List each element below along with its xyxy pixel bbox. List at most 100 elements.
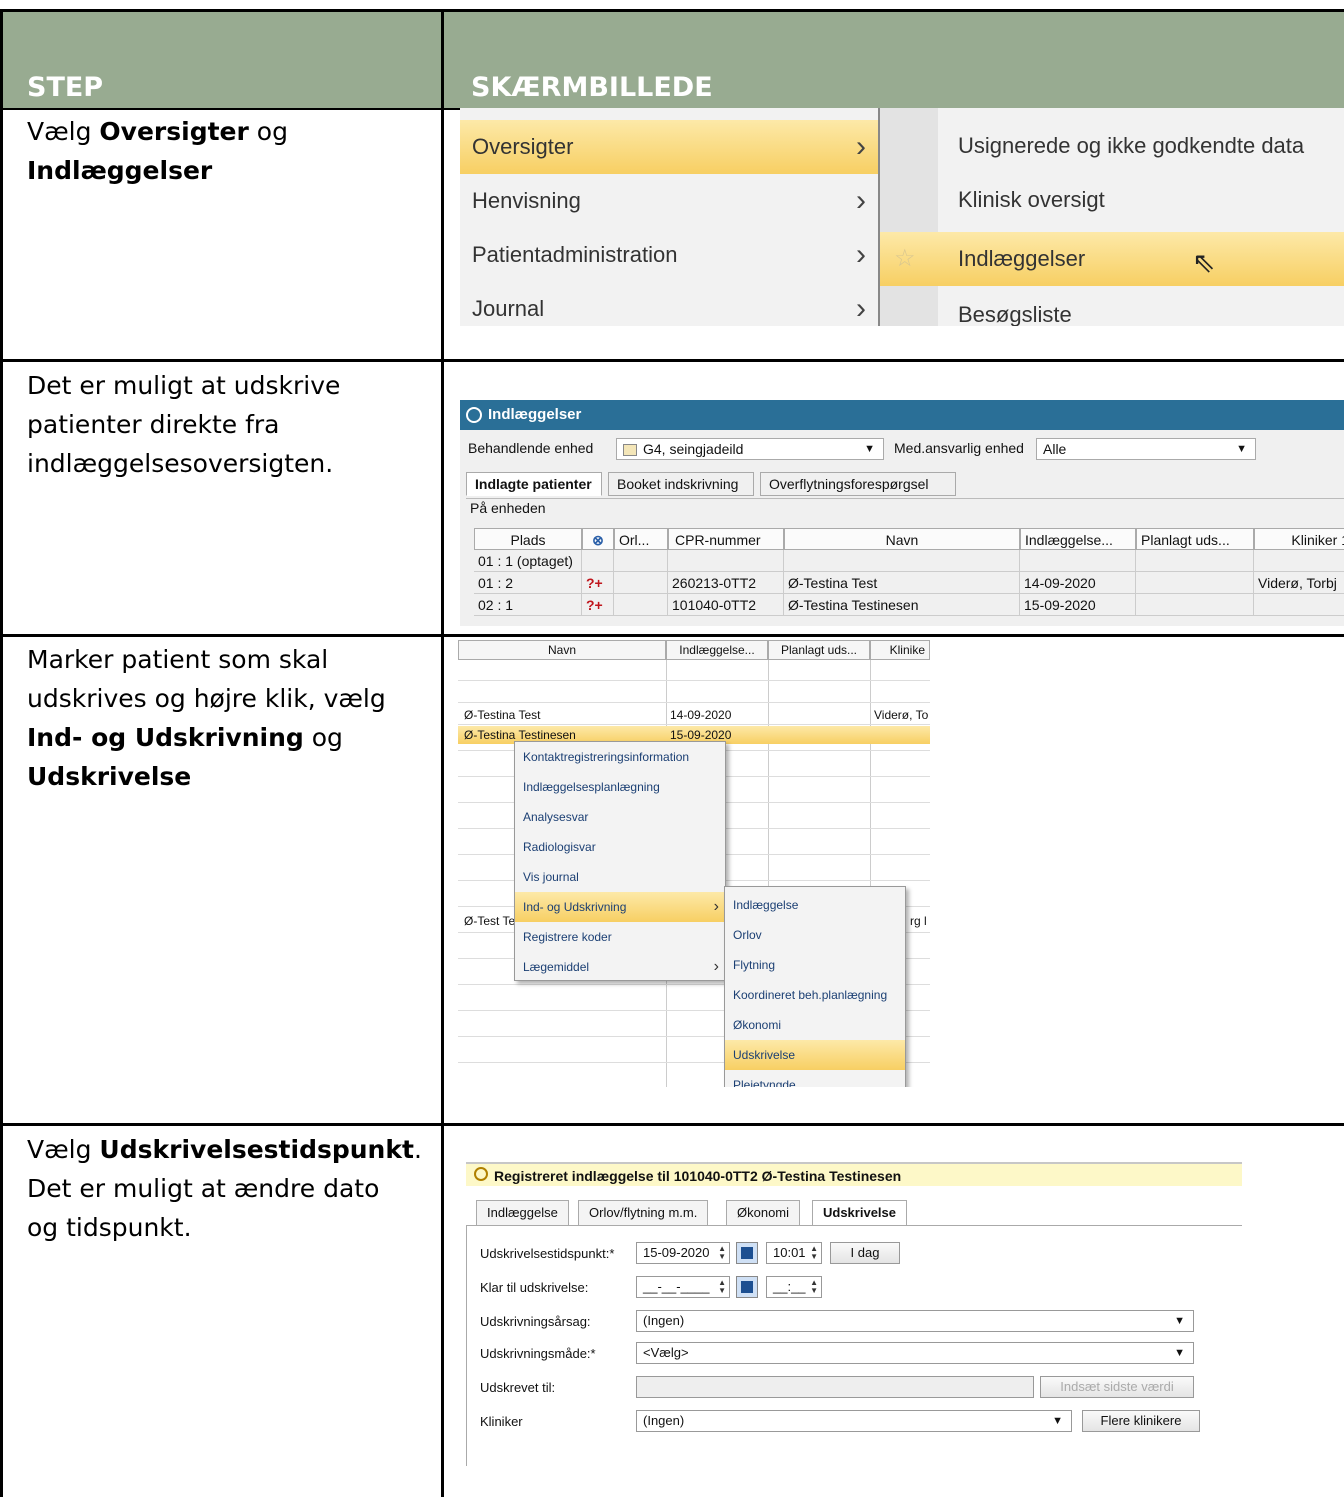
menu-item-vis-journal[interactable]: Vis journal [515, 862, 725, 892]
col-indlaeggelse[interactable]: Indlæggelse... [666, 640, 768, 660]
calendar-icon[interactable] [736, 1242, 758, 1264]
submenu-item-orlov[interactable]: Orlov [725, 920, 905, 950]
udskrivningsmaade-select[interactable]: <Vælg> ▼ [636, 1342, 1194, 1364]
udskrevet-til-input [636, 1376, 1034, 1398]
col-orlov[interactable]: Orl... [614, 528, 668, 550]
label-udskrivningsmaade: Udskrivningsmåde:* [480, 1346, 596, 1361]
grid-line [458, 724, 930, 725]
klar-time-input[interactable]: __:__ ▲ ▼ [766, 1276, 822, 1298]
dropdown-arrow-icon: ▼ [864, 443, 875, 455]
spinner-icon[interactable]: ▲ ▼ [810, 1245, 818, 1261]
today-button[interactable]: I dag [830, 1242, 900, 1264]
window-title: Indlæggelser [460, 400, 1344, 430]
menu-item-patientadministration[interactable]: Patientadministration › [460, 228, 878, 282]
menu-item-indlaeggelsesplanlaegning[interactable]: Indlæggelsesplanlægning [515, 772, 725, 802]
chevron-right-icon: › [856, 292, 866, 325]
groupbox-border [466, 498, 1344, 499]
submenu-item-udskrivelse[interactable]: Udskrivelse [725, 1040, 905, 1070]
chevron-right-icon: › [713, 898, 719, 915]
col-indlaeggelse[interactable]: Indlæggelse... [1020, 528, 1136, 550]
behandlende-select[interactable]: G4, seingjadeild ▼ [616, 438, 884, 460]
cell-navn: Ø-Testina Test [784, 572, 1020, 594]
menu-item-oversigter[interactable]: Oversigter › [460, 120, 878, 174]
divider [441, 9, 444, 1497]
grid-line [458, 680, 930, 681]
cell-navn [784, 550, 1020, 572]
klar-date-input[interactable]: __-__-____ ▲ ▼ [636, 1276, 730, 1298]
calendar-icon[interactable] [736, 1276, 758, 1298]
col-status-icon[interactable]: ⊗ [582, 528, 614, 550]
cell-indlaeggelse: 15-09-2020 [1020, 594, 1136, 616]
more-clinicians-button[interactable]: Flere klinikere [1082, 1410, 1200, 1432]
row-navn: Ø-Test Te [464, 914, 516, 928]
submenu-item-plejetyngde[interactable]: Plejetyngde [725, 1070, 905, 1087]
cell-cpr [668, 550, 784, 572]
kliniker-select[interactable]: (Ingen) ▼ [636, 1410, 1072, 1432]
col-plads[interactable]: Plads [474, 528, 582, 550]
menu-item-kontaktregistrering[interactable]: Kontaktregistreringsinformation [515, 742, 725, 772]
spinner-icon[interactable]: ▲ ▼ [810, 1279, 818, 1295]
step-1-text: Vælg Oversigter og Indlæggelser [27, 117, 288, 185]
menu-item-henvisning[interactable]: Henvisning › [460, 174, 878, 228]
cell-cpr: 260213-0TT2 [668, 572, 784, 594]
cell-plads: 01 : 1 (optaget) [474, 550, 582, 572]
col-planlagt[interactable]: Planlagt uds... [1136, 528, 1254, 550]
divider [0, 359, 1344, 362]
submenu-item-besoegsliste[interactable]: Besøgsliste [880, 288, 1344, 326]
tab-booket-indskrivning[interactable]: Booket indskrivning [608, 472, 754, 496]
time-input[interactable]: 10:01 ▲ ▼ [766, 1242, 822, 1264]
udskrivningsaarsag-select[interactable]: (Ingen) ▼ [636, 1310, 1194, 1332]
grid-header: Plads ⊗ Orl... CPR-nummer Navn Indlæggel… [474, 528, 1344, 550]
med-ansvarlig-select[interactable]: Alle ▼ [1036, 438, 1256, 460]
spinner-icon[interactable]: ▲ ▼ [718, 1245, 726, 1261]
table-row[interactable]: 01 : 2 ?+ 260213-0TT2 Ø-Testina Test 14-… [474, 572, 1344, 594]
menu-item-analysesvar[interactable]: Analysesvar [515, 802, 725, 832]
tab-orlov-flytning[interactable]: Orlov/flytning m.m. [578, 1200, 709, 1226]
date-input[interactable]: 15-09-2020 ▲ ▼ [636, 1242, 730, 1264]
divider [0, 9, 3, 1497]
submenu-item-indlaeggelser[interactable]: ☆ Indlæggelser ⇖ [880, 232, 1344, 286]
col-cpr[interactable]: CPR-nummer [668, 528, 784, 550]
tab-overflytningsforespoergsel[interactable]: Overflytningsforespørgsel [760, 472, 956, 496]
divider [0, 634, 1344, 637]
col-navn[interactable]: Navn [458, 640, 666, 660]
col-planlagt[interactable]: Planlagt uds... [768, 640, 870, 660]
submenu-item-klinisk-oversigt[interactable]: Klinisk oversigt [880, 173, 1344, 227]
label-udskrevet-til: Udskrevet til: [480, 1380, 556, 1395]
dropdown-arrow-icon: ▼ [1174, 1315, 1185, 1327]
menu-item-journal[interactable]: Journal › [460, 282, 878, 326]
col-kliniker[interactable]: Klinike [870, 640, 930, 660]
spinner-icon[interactable]: ▲ ▼ [718, 1279, 726, 1295]
step-2-text: Det er muligt at udskrive patienter dire… [27, 371, 341, 478]
cell-navn: Ø-Testina Testinesen [784, 594, 1020, 616]
row-dato: 15-09-2020 [670, 728, 732, 742]
submenu-item-flytning[interactable]: Flytning [725, 950, 905, 980]
tab-oekonomi[interactable]: Økonomi [726, 1200, 801, 1226]
tab-udskrivelse[interactable]: Udskrivelse [812, 1200, 907, 1226]
table-row[interactable]: 01 : 1 (optaget) [474, 550, 1344, 572]
submenu-item-oekonomi[interactable]: Økonomi [725, 1010, 905, 1040]
tab-indlaeggelse[interactable]: Indlæggelse [476, 1200, 569, 1226]
label-klar-til-udskrivelse: Klar til udskrivelse: [480, 1280, 589, 1295]
menu-item-registrere-koder[interactable]: Registrere koder [515, 922, 725, 952]
house-icon [623, 444, 637, 457]
step-3-text: Marker patient som skal udskrives og høj… [27, 645, 386, 791]
cell-orlov [614, 594, 668, 616]
divider [0, 9, 1344, 12]
table-row[interactable]: 02 : 1 ?+ 101040-0TT2 Ø-Testina Testines… [474, 594, 1344, 616]
filter-bar: Behandlende enhed G4, seingjadeild ▼ Med.… [468, 438, 1344, 462]
context-menu: Kontaktregistreringsinformation Indlægge… [514, 741, 726, 981]
tab-indlagte-patienter[interactable]: Indlagte patienter [466, 472, 602, 496]
col-kliniker[interactable]: Kliniker 1 [1254, 528, 1344, 550]
cell-kliniker [1254, 550, 1344, 572]
menu-item-laegemiddel[interactable]: Lægemiddel › [515, 952, 725, 982]
submenu-item-koordineret[interactable]: Koordineret beh.planlægning [725, 980, 905, 1010]
row-kliniker: rg l [910, 914, 927, 928]
menu-item-ind-og-udskrivning[interactable]: Ind- og Udskrivning › [515, 892, 725, 922]
med-ansvarlig-label: Med.ansvarlig enhed [894, 440, 1024, 456]
submenu-item-usignerede[interactable]: Usignerede og ikke godkendte data [880, 119, 1344, 173]
col-navn[interactable]: Navn [784, 528, 1020, 550]
plus-circle-icon [466, 407, 482, 423]
submenu-item-indlaeggelse[interactable]: Indlæggelse [725, 890, 905, 920]
menu-item-radiologisvar[interactable]: Radiologisvar [515, 832, 725, 862]
